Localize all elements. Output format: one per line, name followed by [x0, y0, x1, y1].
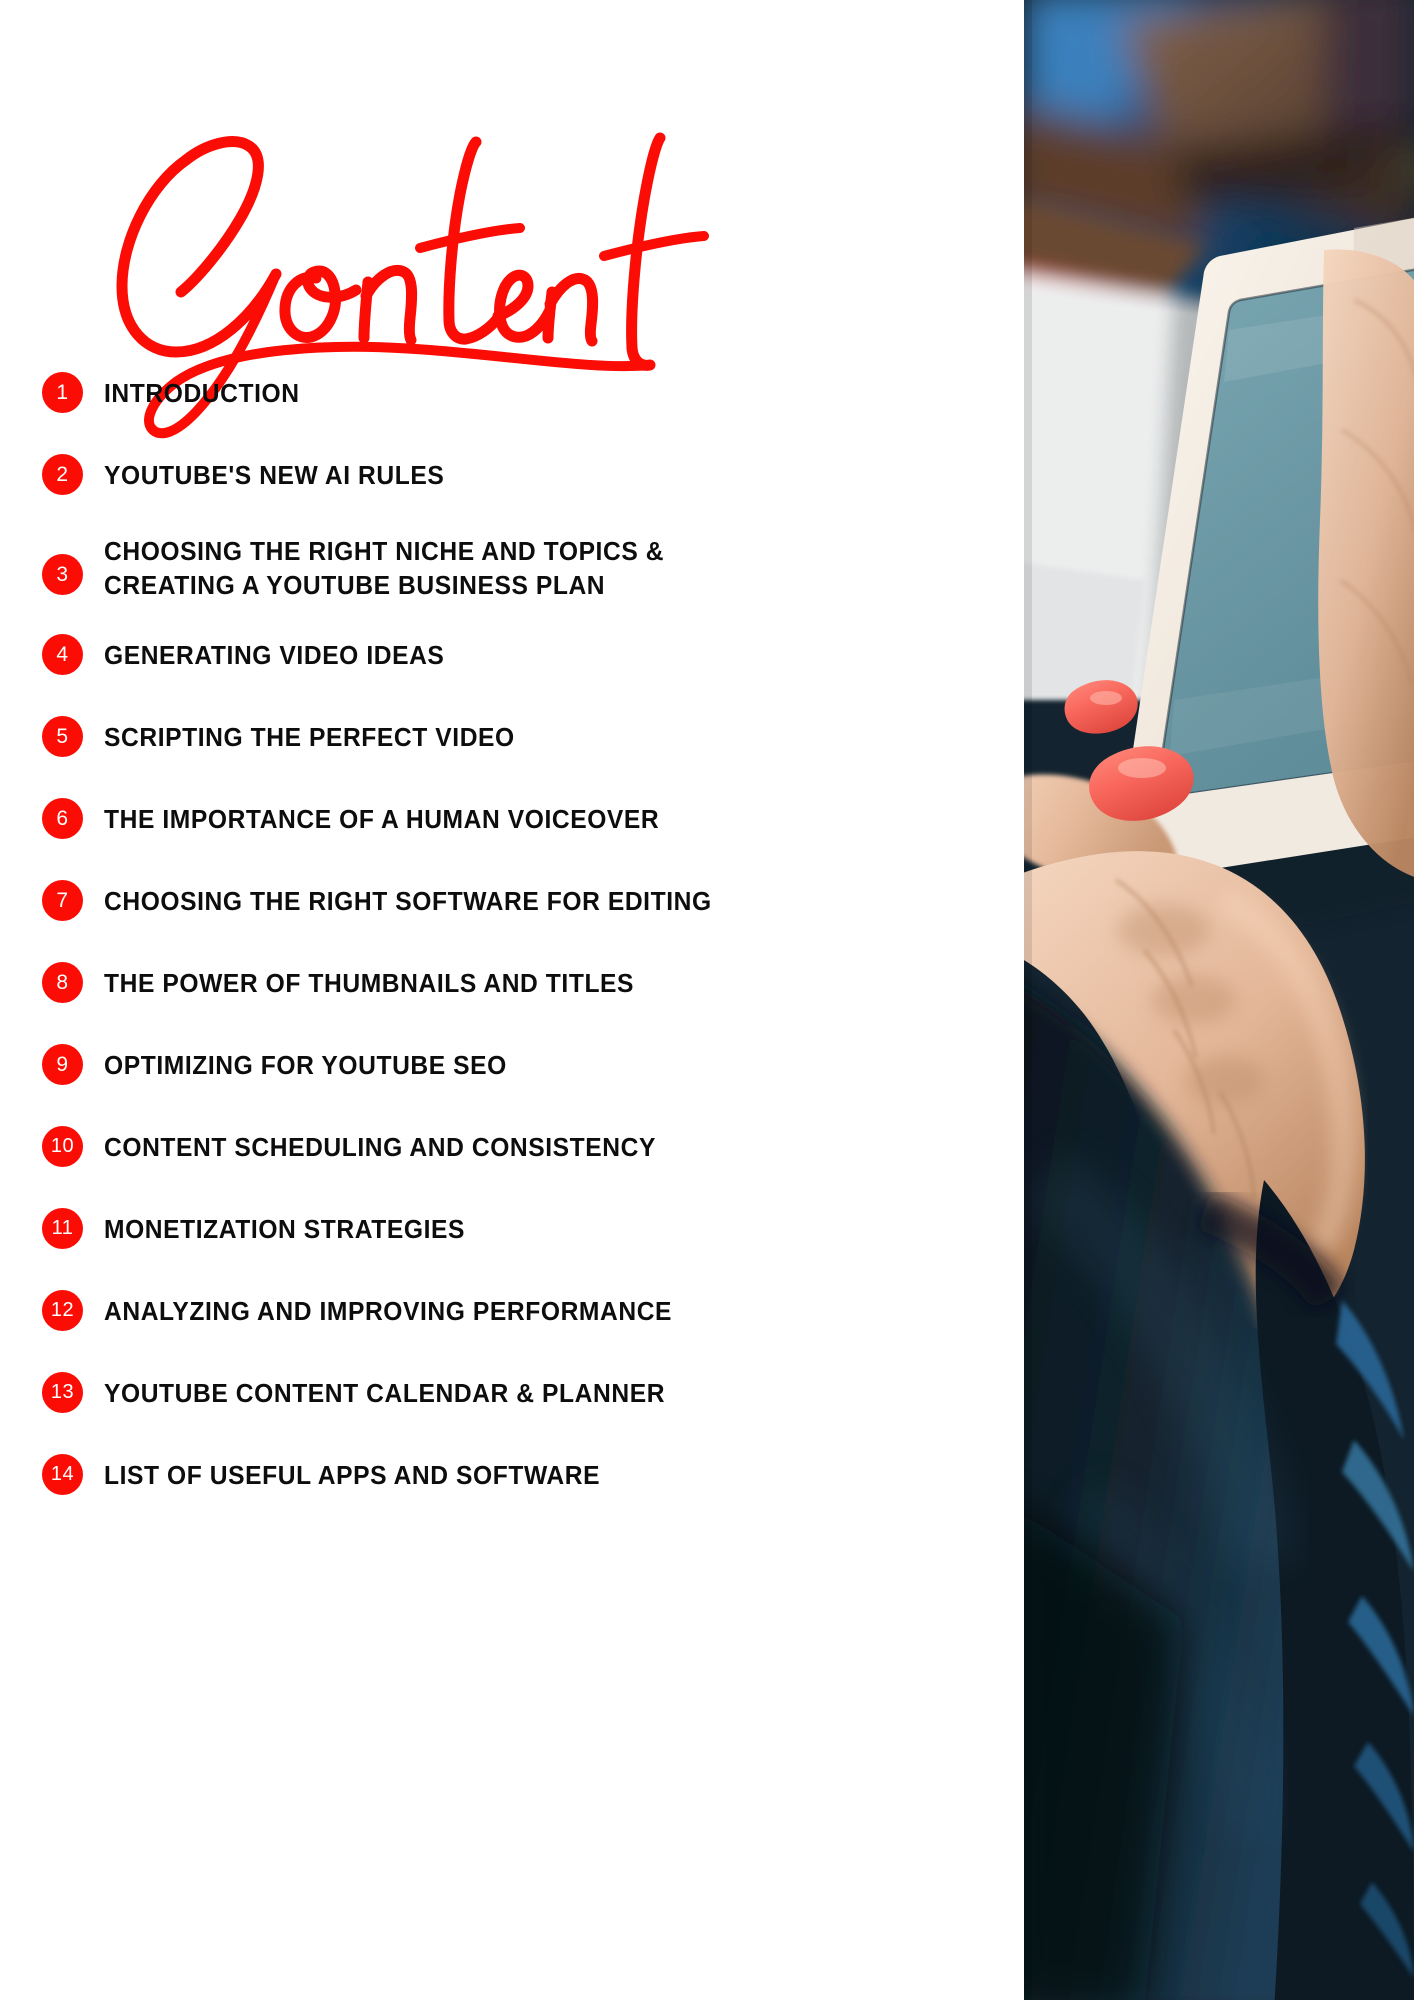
toc-item-11[interactable]: 11 MONETIZATION STRATEGIES [42, 1207, 1002, 1249]
toc-item-label: THE IMPORTANCE OF A HUMAN VOICEOVER [104, 805, 660, 834]
toc-item-5[interactable]: 5 SCRIPTING THE PERFECT VIDEO [42, 715, 1002, 757]
toc-number-badge: 6 [42, 797, 83, 839]
toc-item-label: ANALYZING AND IMPROVING PERFORMANCE [104, 1297, 673, 1326]
toc-item-6[interactable]: 6 THE IMPORTANCE OF A HUMAN VOICEOVER [42, 797, 1002, 839]
toc-item-label: YOUTUBE'S NEW AI RULES [104, 462, 445, 490]
photo-illustration [1024, 0, 1414, 2000]
content-column: 1 INTRODUCTION 2 YOUTUBE'S NEW AI RULES … [0, 0, 1024, 2000]
toc-number-badge: 13 [42, 1371, 83, 1413]
table-of-contents-list: 1 INTRODUCTION 2 YOUTUBE'S NEW AI RULES … [42, 372, 1002, 1536]
toc-item-7[interactable]: 7 CHOOSING THE RIGHT SOFTWARE FOR EDITIN… [42, 879, 1002, 921]
toc-item-label: CHOOSING THE RIGHT NICHE AND TOPICS & CR… [104, 538, 665, 600]
toc-number-badge: 10 [42, 1125, 83, 1167]
toc-number-badge: 11 [42, 1207, 83, 1249]
toc-item-label: MONETIZATION STRATEGIES [104, 1215, 466, 1244]
page-title [0, 60, 800, 439]
toc-item-12[interactable]: 12 ANALYZING AND IMPROVING PERFORMANCE [42, 1289, 1002, 1331]
toc-item-label: SCRIPTING THE PERFECT VIDEO [104, 723, 515, 752]
toc-number-badge: 7 [42, 879, 83, 921]
toc-item-9[interactable]: 9 OPTIMIZING FOR YOUTUBE SEO [42, 1043, 1002, 1085]
toc-number-badge: 2 [42, 454, 83, 495]
toc-item-label: THE POWER OF THUMBNAILS AND TITLES [104, 969, 635, 998]
title-script-lettering [116, 132, 709, 439]
toc-number-badge: 5 [42, 715, 83, 757]
toc-number-badge: 1 [42, 372, 83, 413]
toc-item-13[interactable]: 13 YOUTUBE CONTENT CALENDAR & PLANNER [42, 1371, 1002, 1413]
toc-item-3[interactable]: 3 CHOOSING THE RIGHT NICHE AND TOPICS & … [42, 536, 1002, 604]
toc-item-label: CHOOSING THE RIGHT SOFTWARE FOR EDITING [104, 887, 712, 916]
toc-number-badge: 4 [42, 633, 83, 675]
toc-number-badge: 3 [42, 554, 83, 595]
toc-item-label: LIST OF USEFUL APPS AND SOFTWARE [104, 1461, 601, 1490]
toc-page: 1 INTRODUCTION 2 YOUTUBE'S NEW AI RULES … [0, 0, 1414, 2000]
toc-item-label: INTRODUCTION [104, 380, 300, 408]
toc-item-14[interactable]: 14 LIST OF USEFUL APPS AND SOFTWARE [42, 1453, 1002, 1495]
toc-item-label: CONTENT SCHEDULING AND CONSISTENCY [104, 1133, 656, 1162]
toc-item-2[interactable]: 2 YOUTUBE'S NEW AI RULES [42, 454, 1002, 495]
toc-item-10[interactable]: 10 CONTENT SCHEDULING AND CONSISTENCY [42, 1125, 1002, 1167]
toc-item-1[interactable]: 1 INTRODUCTION [42, 372, 1002, 413]
hand-holding-smartphone-photo [1024, 0, 1414, 2000]
toc-item-label: GENERATING VIDEO IDEAS [104, 641, 445, 670]
toc-item-8[interactable]: 8 THE POWER OF THUMBNAILS AND TITLES [42, 961, 1002, 1003]
toc-number-badge: 12 [42, 1289, 83, 1331]
toc-item-4[interactable]: 4 GENERATING VIDEO IDEAS [42, 633, 1002, 675]
toc-item-label: OPTIMIZING FOR YOUTUBE SEO [104, 1051, 507, 1080]
toc-item-label: YOUTUBE CONTENT CALENDAR & PLANNER [104, 1379, 666, 1408]
toc-number-badge: 9 [42, 1043, 83, 1085]
toc-number-badge: 8 [42, 961, 83, 1003]
toc-number-badge: 14 [42, 1453, 83, 1495]
